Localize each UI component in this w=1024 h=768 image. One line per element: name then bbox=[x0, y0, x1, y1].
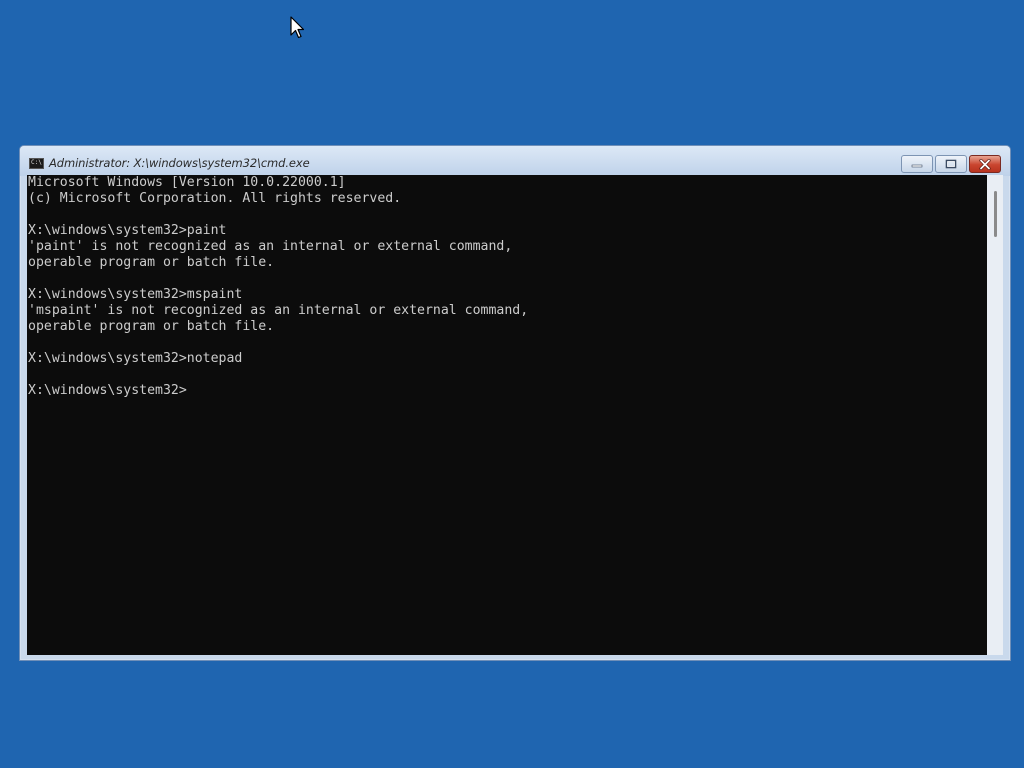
command-prompt-line[interactable]: X:\windows\system32> bbox=[27, 383, 987, 399]
vertical-scrollbar[interactable] bbox=[987, 175, 1003, 655]
maximize-button[interactable] bbox=[935, 155, 967, 173]
command-prompt-icon: C:\ bbox=[29, 158, 44, 169]
console-line: (c) Microsoft Corporation. All rights re… bbox=[28, 191, 402, 206]
close-icon bbox=[979, 158, 991, 170]
console-line: 'paint' is not recognized as an internal… bbox=[28, 239, 513, 254]
console-line: X:\windows\system32>mspaint bbox=[28, 287, 243, 302]
minimize-icon bbox=[911, 164, 923, 168]
console-line: operable program or batch file. bbox=[28, 319, 275, 334]
console-output[interactable]: Microsoft Windows [Version 10.0.22000.1]… bbox=[27, 175, 987, 655]
console-line: X:\windows\system32>notepad bbox=[28, 351, 243, 366]
console-line: 'mspaint' is not recognized as an intern… bbox=[28, 303, 529, 318]
console-client-area[interactable]: Microsoft Windows [Version 10.0.22000.1]… bbox=[27, 175, 1003, 655]
close-button[interactable] bbox=[969, 155, 1001, 173]
console-line: X:\windows\system32>paint bbox=[28, 223, 227, 238]
scrollbar-thumb[interactable] bbox=[994, 191, 997, 237]
title-bar[interactable]: C:\ Administrator: X:\windows\system32\c… bbox=[20, 146, 1010, 176]
maximize-icon bbox=[945, 159, 957, 169]
minimize-button[interactable] bbox=[901, 155, 933, 173]
console-line: operable program or batch file. bbox=[28, 255, 275, 270]
cmd-window[interactable]: C:\ Administrator: X:\windows\system32\c… bbox=[19, 145, 1011, 661]
console-line: Microsoft Windows [Version 10.0.22000.1] bbox=[28, 175, 346, 190]
window-title: Administrator: X:\windows\system32\cmd.e… bbox=[49, 156, 310, 170]
mouse-pointer-icon bbox=[290, 16, 304, 39]
